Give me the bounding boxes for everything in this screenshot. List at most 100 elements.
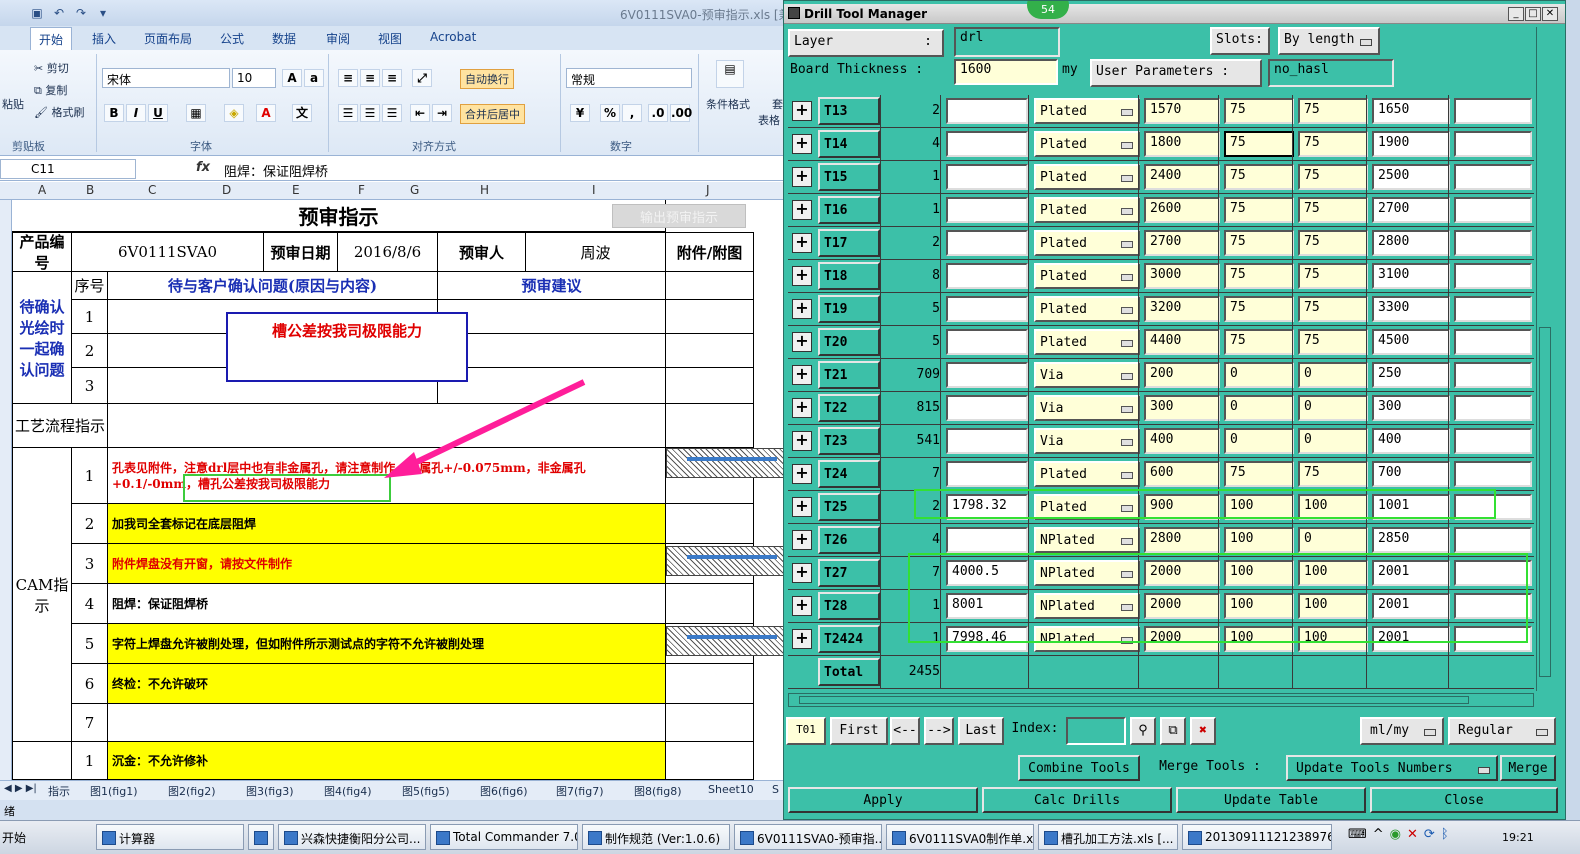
- add-tool-icon[interactable]: +: [792, 332, 812, 352]
- pending-row-suggest[interactable]: [438, 300, 666, 334]
- tool-size-input[interactable]: 3300: [1372, 296, 1450, 322]
- column-header[interactable]: H: [480, 183, 489, 197]
- drill-size-input[interactable]: [946, 263, 1028, 289]
- plating-type-dropdown[interactable]: Plated: [1034, 164, 1140, 190]
- sheet-tab[interactable]: 图8(fig8): [634, 783, 682, 799]
- sheet-nav-icon[interactable]: ◀ ▶ ▶|: [4, 783, 37, 794]
- delete-icon[interactable]: ✖: [1190, 717, 1216, 745]
- undo-icon[interactable]: ↶: [50, 4, 68, 22]
- search-icon[interactable]: ⚲: [1130, 717, 1156, 745]
- tool-extra-input[interactable]: [1454, 428, 1532, 454]
- add-tool-icon[interactable]: +: [792, 200, 812, 220]
- tool-extra-input[interactable]: [1454, 98, 1532, 124]
- column-header[interactable]: D: [222, 183, 231, 197]
- tool-name[interactable]: T13: [818, 97, 880, 125]
- tool-tol-minus-input[interactable]: 0: [1298, 527, 1368, 553]
- cam-row-no[interactable]: 5: [72, 624, 108, 664]
- sheet-tab[interactable]: 图5(fig5): [402, 783, 450, 799]
- drill-size-input[interactable]: 1798.32: [946, 494, 1028, 520]
- board-thickness-input[interactable]: 1600: [954, 59, 1058, 85]
- plating-type-dropdown[interactable]: Plated: [1034, 197, 1140, 223]
- sheet-tab[interactable]: 图4(fig4): [324, 783, 372, 799]
- merge-button[interactable]: Merge: [1500, 755, 1556, 781]
- tool-tol-minus-input[interactable]: 75: [1298, 230, 1368, 256]
- attachment-cell[interactable]: [666, 300, 754, 334]
- attachment-cell[interactable]: [666, 368, 754, 404]
- start-button[interactable]: 开始: [0, 825, 40, 849]
- apply-button[interactable]: Apply: [788, 787, 978, 813]
- tool-finish-input[interactable]: 3000: [1144, 263, 1220, 289]
- bold-icon[interactable]: B: [104, 104, 124, 122]
- sheet-tab[interactable]: Sheet10: [708, 783, 754, 796]
- product-label[interactable]: 产品编号: [12, 232, 72, 272]
- add-tool-icon[interactable]: +: [792, 497, 812, 517]
- pending-confirm-label[interactable]: 待确认光绘时一起确认问题: [12, 272, 72, 404]
- number-format-select[interactable]: 常规: [566, 68, 692, 88]
- column-header[interactable]: I: [592, 183, 596, 197]
- fx-icon[interactable]: fx: [196, 160, 210, 175]
- update-table-button[interactable]: Update Table: [1176, 787, 1366, 813]
- sheet-tab[interactable]: 图2(fig2): [168, 783, 216, 799]
- tab-insert[interactable]: 插入: [92, 30, 116, 47]
- cam-row-text[interactable]: 终检：不允许破环: [108, 664, 666, 704]
- tool-tol-plus-input[interactable]: 100: [1224, 494, 1294, 520]
- tools-icon[interactable]: ✕: [1407, 827, 1418, 842]
- add-tool-icon[interactable]: +: [792, 365, 812, 385]
- tool-tol-minus-input[interactable]: 75: [1298, 98, 1368, 124]
- add-tool-icon[interactable]: +: [792, 530, 812, 550]
- tool-name[interactable]: T27: [818, 559, 880, 587]
- combine-tools-button[interactable]: Combine Tools: [1018, 755, 1140, 781]
- tool-tol-minus-input[interactable]: 75: [1298, 197, 1368, 223]
- add-tool-icon[interactable]: +: [792, 464, 812, 484]
- tool-extra-input[interactable]: [1454, 560, 1532, 586]
- last-button[interactable]: Last: [958, 717, 1004, 745]
- tool-extra-input[interactable]: [1454, 593, 1532, 619]
- taskbar-item[interactable]: 20130911121238976.r...: [1182, 824, 1332, 850]
- increase-decimal-icon[interactable]: .0: [648, 104, 668, 122]
- tool-size-input[interactable]: 1650: [1372, 98, 1450, 124]
- merge-center-button[interactable]: 合并后居中: [460, 104, 525, 124]
- tab-formulas[interactable]: 公式: [220, 30, 244, 47]
- tool-finish-input[interactable]: 1800: [1144, 131, 1220, 157]
- attachment-cell[interactable]: [666, 742, 754, 780]
- tool-name[interactable]: T15: [818, 163, 880, 191]
- tab-data[interactable]: 数据: [272, 30, 296, 47]
- column-header[interactable]: G: [410, 183, 419, 197]
- next-row-no[interactable]: 1: [72, 742, 108, 780]
- column-header[interactable]: E: [292, 183, 300, 197]
- tool-finish-input[interactable]: 1570: [1144, 98, 1220, 124]
- tool-size-input[interactable]: 250: [1372, 362, 1450, 388]
- taskbar-item[interactable]: 计算器: [96, 824, 244, 850]
- tool-size-input[interactable]: 4500: [1372, 329, 1450, 355]
- tool-extra-input[interactable]: [1454, 263, 1532, 289]
- tool-tol-minus-input[interactable]: 100: [1298, 593, 1368, 619]
- add-tool-icon[interactable]: +: [792, 233, 812, 253]
- mode-dropdown[interactable]: Regular: [1448, 717, 1556, 745]
- reviewer-label[interactable]: 预审人: [438, 232, 526, 272]
- add-tool-icon[interactable]: +: [792, 299, 812, 319]
- review-date[interactable]: 2016/8/6: [338, 232, 438, 272]
- tool-tol-plus-input[interactable]: 75: [1224, 296, 1294, 322]
- tool-tol-plus-input[interactable]: 75: [1224, 329, 1294, 355]
- tool-name[interactable]: T14: [818, 130, 880, 158]
- plating-type-dropdown[interactable]: Via: [1034, 362, 1140, 388]
- attachment-thumbnail[interactable]: [666, 546, 786, 576]
- tool-tol-minus-input[interactable]: 75: [1298, 296, 1368, 322]
- pending-row-no[interactable]: 2: [72, 334, 108, 368]
- conditional-format-icon[interactable]: ▤: [716, 60, 744, 88]
- add-tool-icon[interactable]: +: [792, 629, 812, 649]
- tool-name[interactable]: T21: [818, 361, 880, 389]
- replace-icon[interactable]: ⧉: [1160, 717, 1186, 745]
- drill-size-input[interactable]: [946, 296, 1028, 322]
- tool-name[interactable]: T24: [818, 460, 880, 488]
- taskbar-item[interactable]: 制作规范 (Ver:1.0.6): [582, 824, 730, 850]
- confirm-header[interactable]: 待与客户确认问题(原因与内容): [108, 272, 438, 300]
- taskbar-item[interactable]: 槽孔加工方法.xls [...: [1038, 824, 1178, 850]
- attachment-cell[interactable]: [666, 584, 754, 624]
- cam-row-text[interactable]: 阻焊：保证阻焊桥: [108, 584, 666, 624]
- add-tool-icon[interactable]: +: [792, 101, 812, 121]
- cam-row-text[interactable]: [108, 704, 666, 742]
- product-code[interactable]: 6V0111SVA0: [72, 232, 264, 272]
- tool-size-input[interactable]: 1900: [1372, 131, 1450, 157]
- next-button[interactable]: -->: [924, 717, 954, 745]
